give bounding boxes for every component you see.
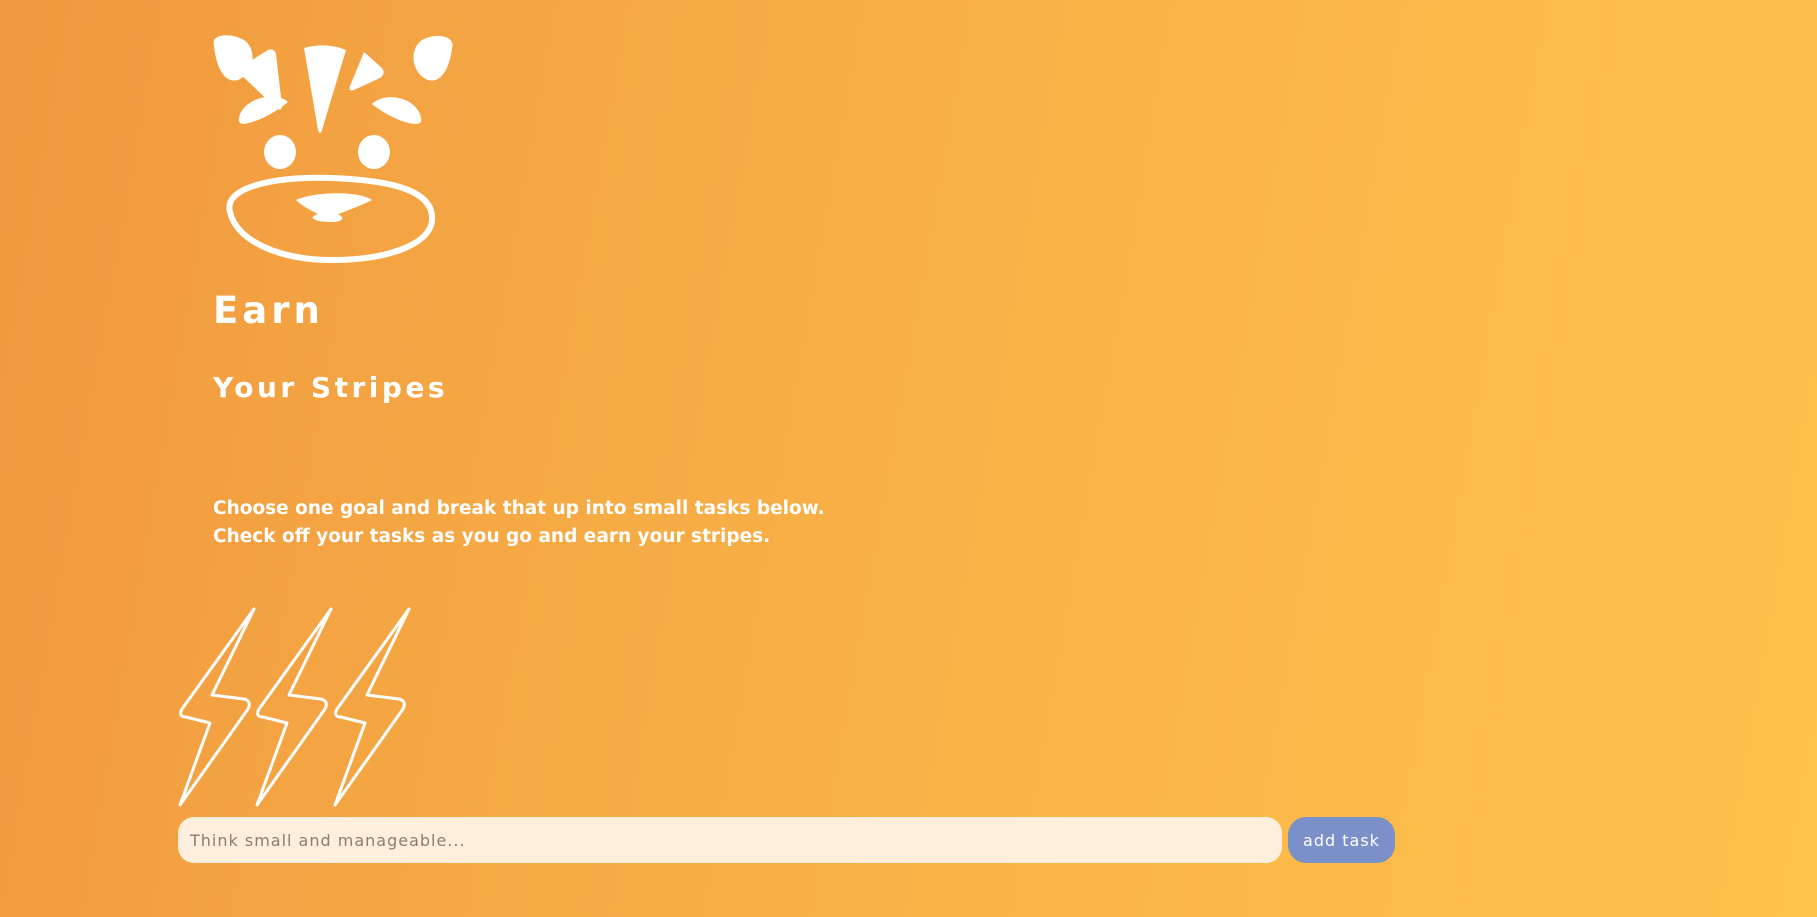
add-task-button[interactable]: add task [1288,817,1395,863]
lightning-bolts-icon [178,607,411,807]
task-form: add task [178,817,1395,863]
tiger-face-icon [213,35,453,264]
instructions-line-2: Check off your tasks as you go and earn … [213,526,771,547]
instructions: Choose one goal and break that up into s… [213,495,825,551]
page-title: Earn [213,289,324,332]
page-subtitle: Your Stripes [213,371,449,404]
instructions-line-1: Choose one goal and break that up into s… [213,498,825,519]
task-input[interactable] [178,817,1282,863]
